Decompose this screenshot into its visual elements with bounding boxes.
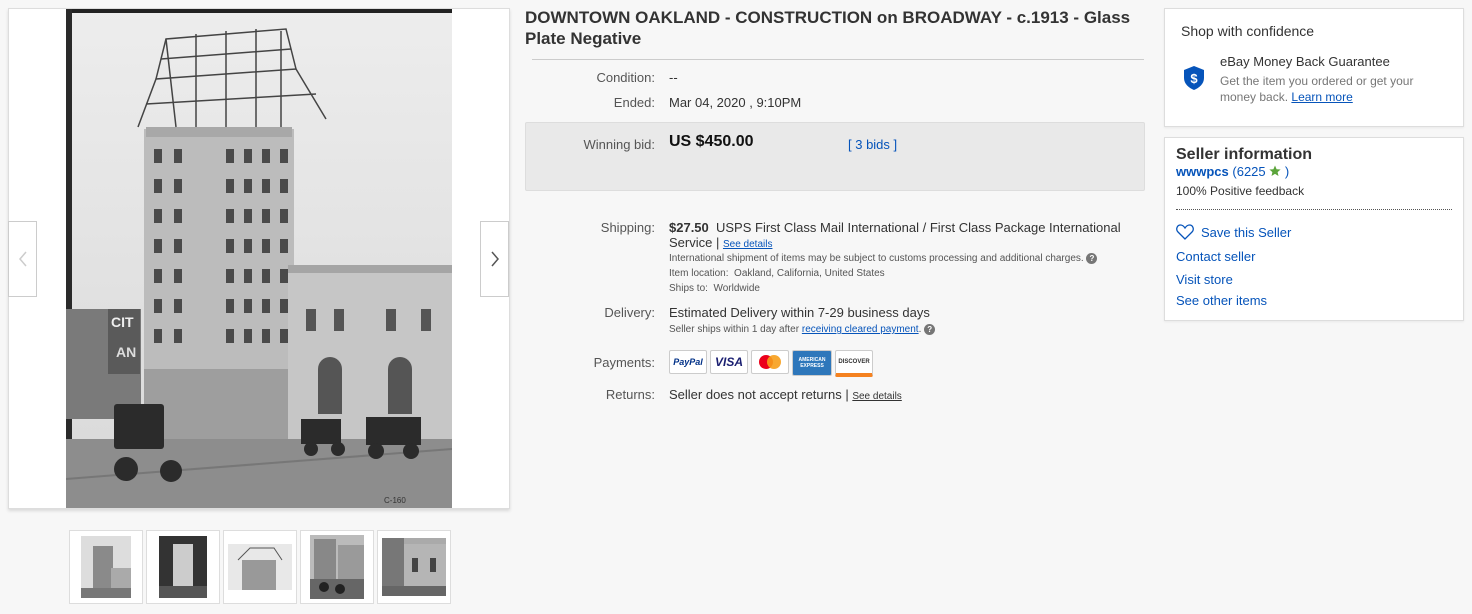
main-photo[interactable]: CIT AN C-160 <box>66 9 452 508</box>
delivery-value: Estimated Delivery within 7-29 business … <box>669 305 930 320</box>
discover-logo: DISCOVER <box>835 350 873 377</box>
seller-id: wwwpcs (6225 ) <box>1176 164 1290 179</box>
returns-info: Seller does not accept returns | See det… <box>669 387 902 402</box>
cleared-payment-link[interactable]: receiving cleared payment <box>802 324 919 335</box>
main-image-viewer: CIT AN C-160 <box>8 8 510 509</box>
green-star-icon <box>1269 165 1281 176</box>
paypal-logo: PayPal <box>669 350 707 374</box>
item-location-value: Oakland, California, United States <box>734 268 885 279</box>
guarantee-title: eBay Money Back Guarantee <box>1220 54 1390 69</box>
bid-history-link[interactable]: [ 3 bids ] <box>848 137 897 152</box>
delivery-label: Delivery: <box>604 305 655 320</box>
visa-logo: VISA <box>710 350 748 374</box>
condition-label: Condition: <box>596 70 655 85</box>
thumbnail[interactable] <box>223 530 297 604</box>
ended-label: Ended: <box>613 95 655 110</box>
intl-shipping-note: International shipment of items may be s… <box>669 253 1139 264</box>
seller-username-link[interactable]: wwwpcs <box>1176 164 1229 179</box>
learn-more-link[interactable]: Learn more <box>1291 90 1352 104</box>
heart-icon <box>1176 224 1194 240</box>
visit-store-link[interactable]: Visit store <box>1176 272 1233 287</box>
contact-seller-link[interactable]: Contact seller <box>1176 249 1255 264</box>
payment-methods: PayPal VISA AMERICAN EXPRESS DISCOVER <box>669 350 876 377</box>
thumbnail[interactable] <box>300 530 374 604</box>
previous-image-button[interactable] <box>8 221 37 297</box>
help-icon[interactable]: ? <box>1086 253 1098 264</box>
see-other-items-link[interactable]: See other items <box>1176 293 1267 308</box>
seller-information-panel: Seller information wwwpcs (6225 ) 100% P… <box>1164 137 1464 321</box>
delivery-note: Seller ships within 1 day after receivin… <box>669 324 936 335</box>
item-location: Item location: Oakland, California, Unit… <box>669 268 885 279</box>
payments-label: Payments: <box>593 355 655 370</box>
guarantee-text: Get the item you ordered or get your mon… <box>1220 74 1414 104</box>
shipping-details: $27.50 USPS First Class Mail Internation… <box>669 220 1134 252</box>
photo-sign-text-2: AN <box>116 344 136 360</box>
thumbnail[interactable] <box>377 530 451 604</box>
help-icon[interactable]: ? <box>924 324 936 335</box>
amex-logo: AMERICAN EXPRESS <box>792 350 832 376</box>
shipping-label: Shipping: <box>600 220 655 235</box>
seller-heading: Seller information <box>1176 146 1313 163</box>
condition-value: -- <box>669 70 678 85</box>
winning-bid-value: US $450.00 <box>669 133 754 150</box>
ships-to-label: Ships to: <box>669 283 708 294</box>
shipping-see-details-link[interactable]: See details <box>723 239 772 250</box>
returns-label: Returns: <box>605 387 655 402</box>
winning-bid-panel <box>525 122 1145 191</box>
shield-dollar-icon: $ <box>1183 65 1205 96</box>
chevron-right-icon <box>490 251 499 267</box>
confidence-heading: Shop with confidence <box>1181 23 1315 39</box>
shipping-price: $27.50 <box>669 220 709 235</box>
photo-plate-mark: C-160 <box>384 496 406 505</box>
seller-divider <box>1176 209 1452 210</box>
ships-to-value: Worldwide <box>713 283 760 294</box>
chevron-left-icon <box>18 251 27 267</box>
ended-value: Mar 04, 2020 , 9:10PM <box>669 95 802 110</box>
item-title: DOWNTOWN OAKLAND - CONSTRUCTION on BROAD… <box>525 8 1131 48</box>
thumbnail[interactable] <box>146 530 220 604</box>
thumbnail[interactable] <box>69 530 143 604</box>
photo-sign-text: CIT <box>111 314 134 330</box>
winning-bid-label: Winning bid: <box>583 137 655 152</box>
next-image-button[interactable] <box>480 221 509 297</box>
ships-to: Ships to: Worldwide <box>669 283 760 294</box>
returns-value: Seller does not accept returns | <box>669 387 849 402</box>
thumbnail-strip <box>69 530 454 604</box>
returns-see-details-link[interactable]: See details <box>852 391 901 402</box>
positive-feedback: 100% Positive feedback <box>1176 184 1305 198</box>
save-seller-button[interactable]: Save this Seller <box>1176 224 1291 240</box>
mastercard-logo <box>751 350 789 374</box>
item-location-label: Item location: <box>669 268 729 279</box>
feedback-score-link[interactable]: 6225 <box>1237 164 1266 179</box>
title-divider <box>532 59 1144 60</box>
shop-with-confidence-panel: Shop with confidence $ eBay Money Back G… <box>1164 8 1464 127</box>
svg-text:$: $ <box>1190 71 1198 86</box>
